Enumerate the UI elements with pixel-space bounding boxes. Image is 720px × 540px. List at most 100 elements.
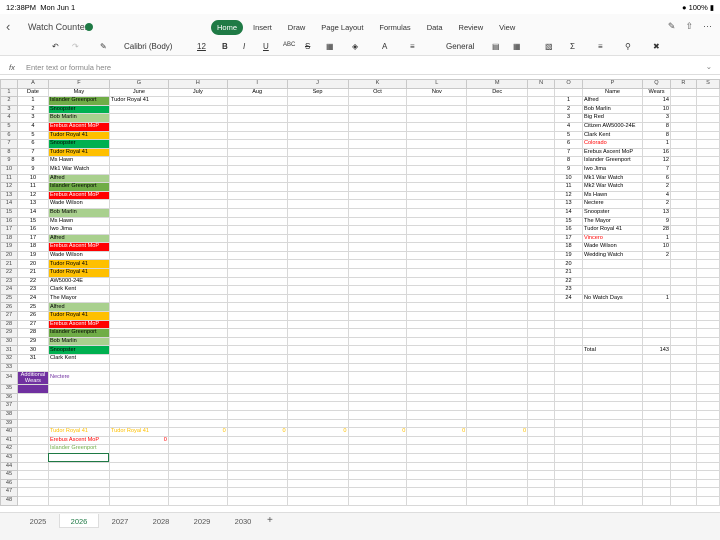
cell[interactable]	[695, 121, 720, 132]
cell[interactable]	[347, 242, 408, 252]
summary-name[interactable]: Colorado	[582, 139, 643, 149]
additional-wears-label[interactable]: Additional Wears	[16, 371, 49, 386]
cell[interactable]	[406, 392, 468, 403]
cell[interactable]	[527, 336, 556, 347]
summary-wears[interactable]: 8	[642, 121, 671, 132]
cell[interactable]	[466, 293, 529, 304]
cell[interactable]	[286, 121, 349, 132]
cell[interactable]	[669, 250, 697, 261]
date-cell[interactable]: 12	[16, 190, 49, 201]
cell[interactable]	[669, 354, 697, 364]
double-underline-icon[interactable]: ABC	[283, 42, 295, 48]
row-header[interactable]: 21	[0, 259, 18, 270]
summary-wears[interactable]: 12	[642, 156, 671, 166]
cell[interactable]	[406, 478, 468, 489]
date-cell[interactable]: 29	[16, 336, 49, 347]
cell[interactable]	[527, 199, 556, 209]
cell[interactable]	[527, 225, 556, 235]
cell[interactable]	[347, 452, 408, 463]
cell[interactable]	[466, 233, 529, 244]
row-header[interactable]: 39	[0, 418, 18, 429]
cell[interactable]	[286, 259, 349, 270]
cell[interactable]	[406, 461, 468, 472]
cell[interactable]	[347, 371, 408, 386]
cell[interactable]	[286, 190, 349, 201]
cell[interactable]	[286, 242, 349, 252]
cell[interactable]	[554, 495, 584, 506]
summary-index[interactable]: 13	[554, 199, 584, 209]
column-header-A[interactable]: A	[16, 79, 49, 89]
cell[interactable]	[286, 452, 349, 463]
cell[interactable]	[669, 401, 697, 411]
summary-name[interactable]: Citizen AW5000-24E	[582, 121, 643, 132]
summary-name[interactable]: No Watch Days	[582, 293, 643, 304]
summary-name[interactable]: Bob Marlin	[582, 104, 643, 115]
cell[interactable]	[347, 487, 408, 497]
cell[interactable]	[347, 362, 408, 373]
cell[interactable]	[108, 418, 169, 429]
date-cell[interactable]: 22	[16, 276, 49, 287]
cell[interactable]	[669, 452, 697, 463]
cell[interactable]	[669, 259, 697, 270]
font-name[interactable]: Calibri (Body)	[124, 42, 172, 51]
cell[interactable]	[466, 444, 529, 454]
cell[interactable]	[669, 311, 697, 321]
cell[interactable]: 0	[347, 427, 408, 437]
cell[interactable]	[406, 319, 468, 330]
cell[interactable]	[695, 427, 720, 437]
cell[interactable]	[406, 276, 468, 287]
summary-index[interactable]: 11	[554, 182, 584, 192]
row-header[interactable]: 25	[0, 293, 18, 304]
cell[interactable]	[554, 336, 584, 347]
cell[interactable]	[347, 328, 408, 338]
cell[interactable]	[286, 487, 349, 497]
cell[interactable]	[695, 216, 720, 227]
fill-color-icon[interactable]: ◈	[352, 42, 358, 51]
cell[interactable]	[582, 302, 643, 313]
cell[interactable]	[466, 182, 529, 192]
cell[interactable]	[108, 354, 169, 364]
cell[interactable]	[642, 392, 671, 403]
cell[interactable]	[167, 225, 228, 235]
cell[interactable]	[527, 190, 556, 201]
cell[interactable]	[527, 427, 556, 437]
cell[interactable]	[527, 362, 556, 373]
summary-name[interactable]: Vincero	[582, 233, 643, 244]
cell[interactable]	[642, 371, 671, 386]
cell[interactable]	[167, 478, 228, 489]
cell[interactable]	[108, 190, 169, 201]
summary-wears[interactable]	[642, 285, 671, 295]
row-header[interactable]: 5	[0, 121, 18, 132]
cell[interactable]	[108, 225, 169, 235]
cell[interactable]	[695, 164, 720, 175]
cell[interactable]	[286, 233, 349, 244]
cell[interactable]	[226, 250, 288, 261]
cell[interactable]	[466, 418, 529, 429]
cell[interactable]	[226, 164, 288, 175]
cell[interactable]	[669, 173, 697, 184]
cell[interactable]	[642, 401, 671, 411]
cell[interactable]	[226, 173, 288, 184]
cell[interactable]	[406, 285, 468, 295]
cell[interactable]: 0	[108, 435, 169, 446]
cell[interactable]	[527, 435, 556, 446]
cell[interactable]	[406, 362, 468, 373]
cell-style-icon[interactable]: ▧	[545, 42, 553, 51]
date-cell[interactable]: 3	[16, 113, 49, 123]
cell[interactable]	[286, 164, 349, 175]
cell[interactable]	[226, 121, 288, 132]
cell[interactable]	[642, 478, 671, 489]
cell[interactable]	[47, 409, 110, 420]
cell[interactable]	[669, 104, 697, 115]
cell[interactable]	[527, 156, 556, 166]
cell[interactable]	[695, 225, 720, 235]
row-header[interactable]: 27	[0, 311, 18, 321]
cell[interactable]	[286, 285, 349, 295]
date-cell[interactable]: 19	[16, 250, 49, 261]
cell[interactable]	[695, 147, 720, 158]
row-header[interactable]: 44	[0, 461, 18, 472]
cell[interactable]	[669, 478, 697, 489]
summary-index[interactable]: 15	[554, 216, 584, 227]
row-header[interactable]: 20	[0, 250, 18, 261]
row-header[interactable]: 28	[0, 319, 18, 330]
